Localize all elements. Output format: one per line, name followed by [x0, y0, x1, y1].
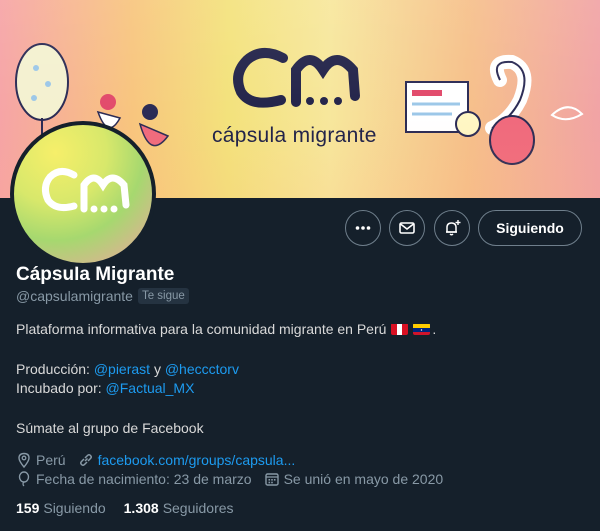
- website-link[interactable]: facebook.com/groups/capsula...: [98, 452, 296, 468]
- location-pin-icon: [18, 452, 30, 468]
- meta-row-1: Perú facebook.com/groups/capsula...: [16, 452, 307, 468]
- message-button[interactable]: [389, 210, 425, 246]
- birthday-text: Fecha de nacimiento: 23 de marzo: [36, 471, 252, 487]
- follows-you-badge: Te sigue: [137, 288, 189, 304]
- factual-mx-link[interactable]: @Factual_MX: [106, 380, 195, 396]
- banner-caption: cápsula migrante: [212, 124, 377, 147]
- mail-icon: [399, 222, 415, 234]
- handle-row: @capsulamigrante Te sigue: [16, 288, 189, 304]
- profile-handle: @capsulamigrante: [16, 288, 133, 304]
- birthday-item: Fecha de nacimiento: 23 de marzo: [16, 471, 252, 487]
- bio-text: Plataforma informativa para la comunidad…: [16, 321, 387, 337]
- bell-plus-icon: [446, 220, 461, 236]
- pierast-link[interactable]: @pierast: [94, 361, 150, 377]
- profile-name: Cápsula Migrante: [16, 264, 175, 285]
- follow-stats: 159 Siguiendo 1.308 Seguidores: [16, 500, 252, 516]
- joined-item: Se unió en mayo de 2020: [264, 471, 444, 487]
- more-button[interactable]: [345, 210, 381, 246]
- following-count: 159: [16, 500, 40, 516]
- link-icon: [79, 454, 92, 466]
- notifications-button[interactable]: [434, 210, 470, 246]
- banner-logo: [233, 48, 360, 108]
- balloon-icon: [18, 471, 30, 487]
- followers-count: 1.308: [123, 500, 159, 516]
- bio-period: .: [432, 321, 437, 337]
- followers-label: Seguidores: [162, 500, 234, 516]
- following-button[interactable]: Siguiendo: [478, 210, 582, 246]
- bio-cta: Súmate al grupo de Facebook: [16, 420, 204, 436]
- location-text: Perú: [36, 452, 66, 468]
- venezuela-flag-icon: [413, 323, 431, 335]
- bio-line-1: Plataforma informativa para la comunidad…: [16, 321, 436, 337]
- following-label: Siguiendo: [43, 500, 106, 516]
- website-item[interactable]: facebook.com/groups/capsula...: [78, 452, 296, 468]
- more-icon: [355, 226, 371, 230]
- heccctorv-link[interactable]: @heccctorv: [165, 361, 239, 377]
- production-label: Producción:: [16, 361, 90, 377]
- calendar-icon: [264, 473, 279, 486]
- location-item: Perú: [16, 452, 66, 468]
- following-count-link[interactable]: 159 Siguiendo: [16, 500, 106, 516]
- joined-text: Se unió en mayo de 2020: [283, 471, 444, 487]
- peru-flag-icon: [391, 323, 409, 335]
- incubated-label: Incubado por:: [16, 380, 102, 396]
- profile-avatar[interactable]: [10, 121, 156, 267]
- meta-row-2: Fecha de nacimiento: 23 de marzo Se unió…: [16, 471, 455, 487]
- and-text: y: [153, 361, 161, 377]
- bio-production: Producción: @pierast y @heccctorv: [16, 361, 239, 377]
- followers-count-link[interactable]: 1.308 Seguidores: [124, 500, 234, 516]
- avatar-logo: [41, 168, 130, 213]
- bio-incubated: Incubado por: @Factual_MX: [16, 380, 194, 396]
